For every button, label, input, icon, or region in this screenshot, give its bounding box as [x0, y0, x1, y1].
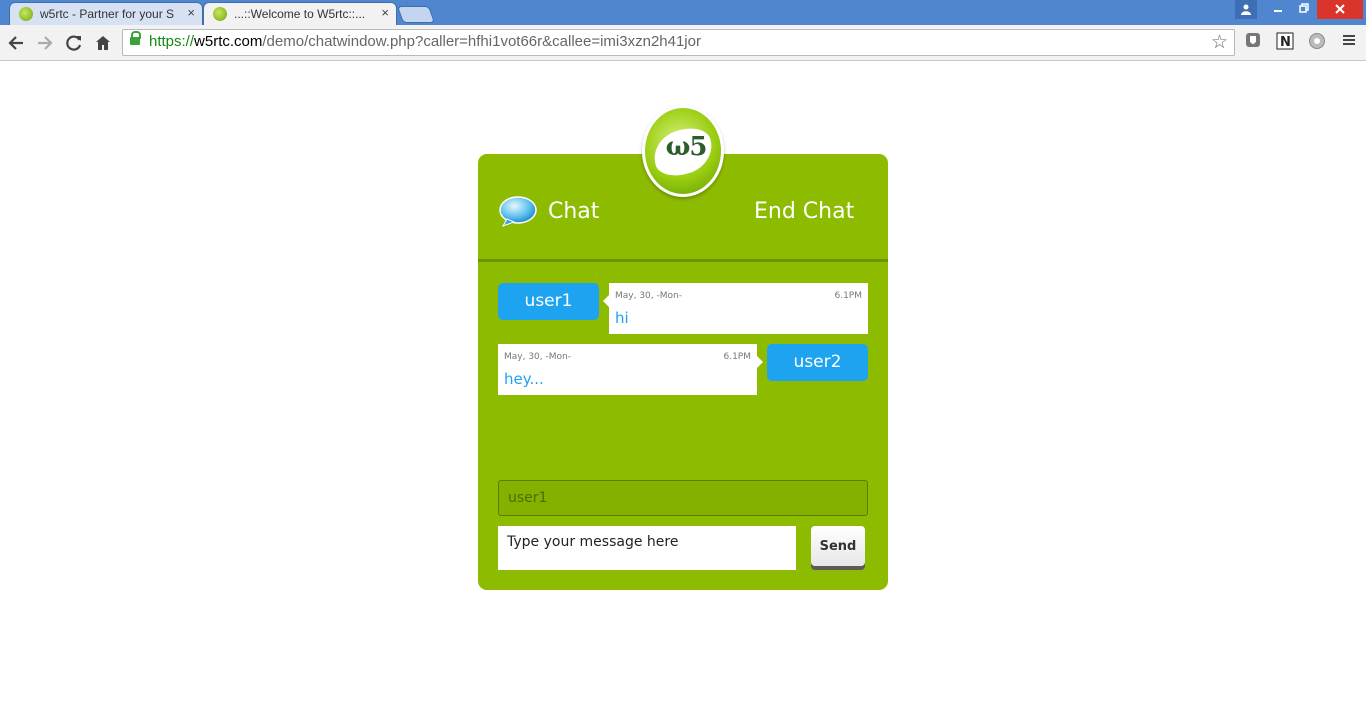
address-bar[interactable]: https://w5rtc.com/demo/chatwindow.php?ca… — [122, 29, 1235, 56]
home-icon[interactable] — [92, 32, 114, 54]
message-bubble: May, 30, -Mon- 6.1PM hey... — [498, 344, 763, 395]
browser-tabstrip: w5rtc - Partner for your S × ...::Welcom… — [0, 0, 1366, 25]
user-pill-user1: user1 — [498, 283, 599, 320]
tab-title: w5rtc - Partner for your S — [40, 7, 175, 21]
browser-toolbar: https://w5rtc.com/demo/chatwindow.php?ca… — [0, 25, 1366, 61]
url-text: https://w5rtc.com/demo/chatwindow.php?ca… — [149, 33, 701, 50]
extension-shield-icon[interactable] — [1243, 32, 1263, 52]
forward-arrow-icon[interactable] — [34, 32, 56, 54]
minimize-icon[interactable] — [1265, 0, 1291, 19]
message-text: hi — [615, 309, 629, 327]
extension-globe-icon[interactable] — [1307, 32, 1327, 52]
w5rtc-favicon-icon — [213, 7, 227, 21]
logo-text: ω5 — [665, 132, 708, 162]
profile-icon[interactable] — [1235, 0, 1257, 19]
chat-bubble-icon — [499, 196, 537, 227]
tab-close-icon[interactable]: × — [187, 6, 195, 20]
send-button[interactable]: Send — [811, 526, 865, 566]
new-tab-button[interactable] — [396, 6, 436, 23]
lock-icon — [130, 31, 141, 45]
w5rtc-favicon-icon — [19, 7, 33, 21]
browser-tab-welcome[interactable]: ...::Welcome to W5rtc::... × — [203, 2, 397, 25]
message-bubble: May, 30, -Mon- 6.1PM hi — [603, 283, 868, 334]
message-date: May, 30, -Mon- — [615, 291, 682, 301]
w5rtc-logo: ω5 — [642, 105, 724, 197]
window-close-icon[interactable] — [1317, 0, 1363, 19]
user-pill-user2: user2 — [767, 344, 868, 381]
message-time: 6.1PM — [834, 291, 862, 301]
reload-icon[interactable] — [63, 32, 85, 54]
tab-title: ...::Welcome to W5rtc::... — [234, 7, 366, 21]
browser-tab-w5rtc-partner[interactable]: w5rtc - Partner for your S × — [9, 2, 203, 25]
chat-title: Chat — [548, 199, 600, 224]
header-divider — [478, 259, 888, 262]
message-text: hey... — [504, 370, 544, 388]
menu-icon[interactable] — [1339, 32, 1359, 52]
svg-text:N: N — [1280, 35, 1291, 50]
bookmark-star-icon[interactable]: ☆ — [1211, 31, 1228, 53]
message-date: May, 30, -Mon- — [504, 352, 571, 362]
message-time: 6.1PM — [723, 352, 751, 362]
back-arrow-icon[interactable] — [5, 32, 27, 54]
end-chat-button[interactable]: End Chat — [754, 199, 854, 224]
message-input[interactable] — [498, 526, 796, 570]
username-input[interactable] — [498, 480, 868, 516]
restore-icon[interactable] — [1291, 0, 1317, 19]
tab-close-icon[interactable]: × — [381, 6, 389, 20]
extension-n-icon[interactable]: N — [1275, 32, 1295, 52]
